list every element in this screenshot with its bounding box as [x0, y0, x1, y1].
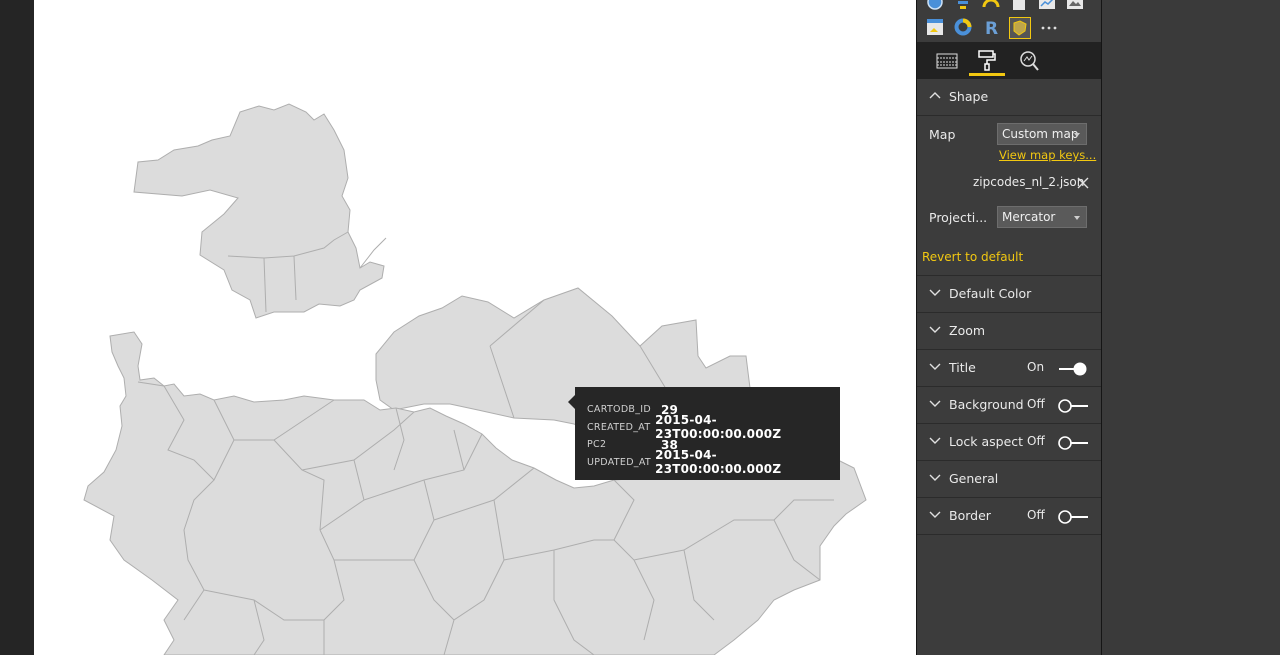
shape-map[interactable] — [34, 0, 916, 655]
tooltip-value: 2015-04-23T00:00:00.000Z — [655, 413, 782, 442]
map-tooltip: CARTODB_ID 29 CREATED_AT 2015-04-23T00:0… — [568, 387, 840, 480]
chevron-down-icon — [1074, 133, 1080, 137]
section-title: Zoom — [949, 323, 986, 338]
fields-pane-area — [1102, 0, 1280, 655]
left-window-edge — [0, 0, 34, 655]
analytics-magnifier-icon — [1020, 51, 1039, 71]
tooltip-key: UPDATED_AT — [587, 456, 652, 468]
projection-label: Projecti... — [929, 210, 988, 225]
title-toggle[interactable] — [1057, 362, 1089, 376]
map-type-dropdown[interactable]: Custom map — [997, 123, 1087, 145]
visualization-gallery: R — [917, 0, 1101, 42]
tooltip-key: CREATED_AT — [587, 421, 651, 433]
chevron-down-icon — [1074, 216, 1080, 220]
zoom-section[interactable]: Zoom — [917, 313, 1101, 350]
visualizations-pane: R Shape Map Custom map View map keys... … — [916, 0, 1102, 655]
more-icon[interactable] — [1039, 17, 1059, 37]
lock-aspect-section[interactable]: Lock aspect Off — [917, 424, 1101, 461]
general-section[interactable]: General — [917, 461, 1101, 498]
projection-dropdown[interactable]: Mercator — [997, 206, 1087, 228]
gauge-icon[interactable] — [981, 0, 1001, 12]
chevron-up-icon — [929, 92, 941, 99]
default-color-section[interactable]: Default Color — [917, 276, 1101, 313]
svg-text:R: R — [985, 19, 998, 36]
format-tab[interactable] — [969, 46, 1005, 76]
fields-tab[interactable] — [929, 46, 965, 76]
card-icon[interactable] — [1009, 0, 1029, 12]
paint-roller-icon — [978, 49, 996, 71]
r-visual-icon[interactable]: R — [981, 17, 1001, 37]
chevron-down-icon — [929, 474, 941, 481]
lock-aspect-toggle[interactable] — [1057, 436, 1089, 450]
section-title: Default Color — [949, 286, 1032, 301]
tooltip-key: PC2 — [587, 439, 607, 451]
funnel-icon[interactable] — [953, 0, 973, 12]
chevron-down-icon — [929, 326, 941, 333]
pane-tabs — [917, 42, 1101, 79]
map-label: Map — [929, 127, 956, 142]
border-section[interactable]: Border Off — [917, 498, 1101, 535]
revert-to-default-link[interactable]: Revert to default — [922, 250, 1023, 264]
fields-icon — [936, 53, 958, 69]
tooltip-row: UPDATED_AT 2015-04-23T00:00:00.000Z — [587, 448, 828, 476]
chevron-down-icon — [929, 363, 941, 370]
map-canvas[interactable]: CARTODB_ID 29 CREATED_AT 2015-04-23T00:0… — [34, 0, 916, 655]
toggle-state: Off — [1027, 434, 1045, 448]
projection-value: Mercator — [1002, 210, 1056, 224]
map-region[interactable] — [133, 103, 385, 319]
view-map-keys-link[interactable]: View map keys... — [999, 148, 1096, 162]
tooltip-row: CREATED_AT 2015-04-23T00:00:00.000Z — [587, 413, 828, 441]
donut-icon[interactable] — [953, 17, 973, 37]
map-file-name: zipcodes_nl_2.json — [973, 175, 1085, 189]
section-title: Background — [949, 397, 1024, 412]
chevron-down-icon — [929, 400, 941, 407]
section-title: Title — [949, 360, 976, 375]
close-icon[interactable] — [1077, 177, 1089, 189]
kpi-icon[interactable] — [1037, 0, 1057, 12]
chevron-down-icon — [929, 437, 941, 444]
chevron-down-icon — [929, 511, 941, 518]
map-type-value: Custom map — [1002, 127, 1079, 141]
background-section[interactable]: Background Off — [917, 387, 1101, 424]
tooltip-value: 2015-04-23T00:00:00.000Z — [655, 448, 782, 477]
section-title: Lock aspect — [949, 434, 1024, 449]
toggle-state: Off — [1027, 397, 1045, 411]
toggle-state: Off — [1027, 508, 1045, 522]
tooltip-key: CARTODB_ID — [587, 404, 652, 416]
section-title: Border — [949, 508, 991, 523]
shape-map-icon[interactable] — [1009, 17, 1031, 39]
section-title: General — [949, 471, 999, 486]
image-icon[interactable] — [1065, 0, 1085, 12]
analytics-tab[interactable] — [1011, 46, 1047, 76]
toggle-state: On — [1027, 360, 1045, 374]
section-title: Shape — [949, 89, 989, 104]
globe-icon[interactable] — [925, 0, 945, 12]
background-toggle[interactable] — [1057, 399, 1089, 413]
border-toggle[interactable] — [1057, 510, 1089, 524]
chevron-down-icon — [929, 289, 941, 296]
title-section[interactable]: Title On — [917, 350, 1101, 387]
table-icon[interactable] — [925, 17, 945, 37]
shape-section-header[interactable]: Shape — [917, 79, 1101, 116]
